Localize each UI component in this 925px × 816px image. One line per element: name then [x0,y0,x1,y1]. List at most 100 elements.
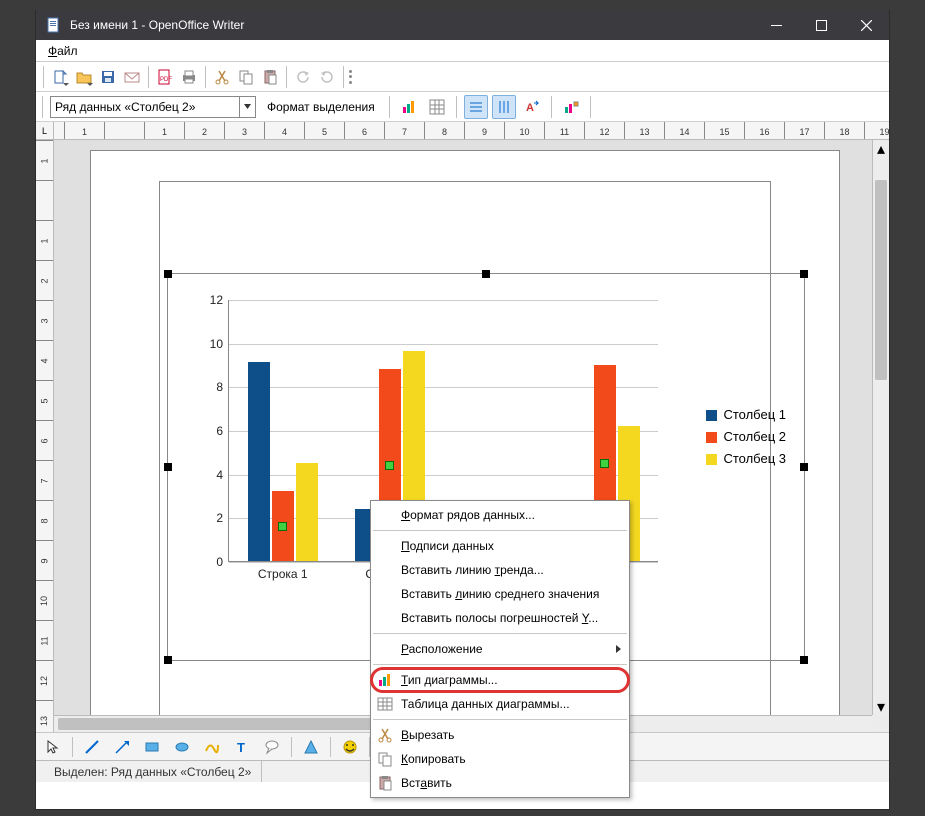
close-button[interactable] [844,10,889,40]
text-tool[interactable]: T [231,736,253,758]
window-title: Без имени 1 - OpenOffice Writer [70,18,754,32]
ctx-mean-line[interactable]: Вставить линию среднего значения [371,582,629,606]
horizontal-ruler[interactable]: 112345678910111213141516171819 [36,122,889,140]
rectangle-tool[interactable] [141,736,163,758]
scroll-up-button[interactable]: ▴ [873,140,889,157]
toolbar-grip[interactable] [349,66,354,88]
legend-label: Столбец 3 [723,448,786,470]
freeform-tool[interactable] [201,736,223,758]
app-icon [46,17,62,33]
print-button[interactable] [178,66,200,88]
copy-icon [377,751,393,767]
ctx-label: Вставить линию среднего значения [401,587,599,601]
line-tool[interactable] [81,736,103,758]
menu-file-accelerator: Ф [48,44,57,58]
ctx-label: Вырезать [401,728,454,742]
basic-shapes-tool[interactable] [300,736,322,758]
chart-bar[interactable] [248,362,270,561]
hgrid-button[interactable] [464,95,488,119]
scroll-down-button[interactable]: ▾ [873,698,889,715]
ctx-arrangement[interactable]: Расположение [371,637,629,661]
legend-item[interactable]: Столбец 1 [706,404,786,426]
ctx-trend-line[interactable]: Вставить линию тренда... [371,558,629,582]
legend-swatch [706,432,717,443]
legend-item[interactable]: Столбец 3 [706,448,786,470]
paste-button[interactable] [259,66,281,88]
export-pdf-button[interactable]: PDF [154,66,176,88]
series-selection-marker [278,522,287,531]
save-button[interactable] [97,66,119,88]
resize-handle[interactable] [800,463,808,471]
ctx-data-labels[interactable]: Подписи данных [371,534,629,558]
pointer-tool[interactable] [42,736,64,758]
ctx-cut[interactable]: Вырезать [371,723,629,747]
cut-icon [377,727,393,743]
resize-handle[interactable] [482,270,490,278]
y-tick-label: 8 [199,380,223,394]
cut-button[interactable] [211,66,233,88]
email-button[interactable] [121,66,143,88]
menu-bar: Файл [36,40,889,62]
copy-button[interactable] [235,66,257,88]
ctx-label: Вставить полосы погрешностей Y... [401,611,598,625]
chart-format-toolbar: Формат выделения A [36,92,889,122]
ctx-label: Подписи данных [401,539,494,553]
callout-tool[interactable] [261,736,283,758]
chart-type-button[interactable] [397,95,421,119]
resize-handle[interactable] [164,656,172,664]
format-selection-button[interactable]: Формат выделения [260,97,382,117]
y-tick-label: 6 [199,424,223,438]
menu-file[interactable]: Файл [42,42,84,60]
vertical-ruler[interactable]: 11234567891011121314 [36,140,54,732]
new-doc-button[interactable] [49,66,71,88]
legend-label: Столбец 1 [723,404,786,426]
ctx-error-bars[interactable]: Вставить полосы погрешностей Y... [371,606,629,630]
ellipse-tool[interactable] [171,736,193,758]
resize-handle[interactable] [164,463,172,471]
ctx-label: Формат рядов данных... [401,508,535,522]
legend-swatch [706,410,717,421]
ctx-label: Вставить линию тренда... [401,563,544,577]
chart-legend[interactable]: Столбец 1Столбец 2Столбец 3 [706,404,786,470]
chart-element-combo[interactable] [50,96,256,118]
legend-swatch [706,454,717,465]
ctx-copy[interactable]: Копировать [371,747,629,771]
ctx-chart-type[interactable]: Тип диаграммы... [371,668,629,692]
scroll-thumb[interactable] [875,180,887,380]
legend-button[interactable] [559,95,583,119]
ctx-format-series[interactable]: Формат рядов данных... [371,503,629,527]
vgrid-button[interactable] [492,95,516,119]
ctx-label: Таблица данных диаграммы... [401,697,570,711]
undo-button[interactable] [292,66,314,88]
minimize-button[interactable] [754,10,799,40]
y-tick-label: 2 [199,511,223,525]
maximize-button[interactable] [799,10,844,40]
standard-toolbar: PDF [36,62,889,92]
vertical-scrollbar[interactable]: ▴ ▾ [872,140,889,715]
symbol-shapes-tool[interactable] [339,736,361,758]
x-tick-label: Строка 1 [258,567,308,581]
axis-labels-button[interactable]: A [520,95,544,119]
redo-button[interactable] [316,66,338,88]
resize-handle[interactable] [164,270,172,278]
chart-element-input[interactable] [51,97,239,117]
ctx-data-table[interactable]: Таблица данных диаграммы... [371,692,629,716]
legend-item[interactable]: Столбец 2 [706,426,786,448]
svg-text:T: T [237,740,245,755]
svg-text:A: A [526,102,534,114]
arrow-tool[interactable] [111,736,133,758]
ctx-label: Вставить [401,776,452,790]
window-titlebar: Без имени 1 - OpenOffice Writer [36,10,889,40]
ctx-label: Тип диаграммы... [401,673,498,687]
open-button[interactable] [73,66,95,88]
combo-dropdown-button[interactable] [239,97,255,117]
chart-data-button[interactable] [425,95,449,119]
resize-handle[interactable] [800,656,808,664]
resize-handle[interactable] [800,270,808,278]
data-table-icon [377,696,393,712]
context-menu: Формат рядов данных... Подписи данных Вс… [370,500,630,798]
submenu-arrow-icon [616,645,621,653]
ruler-corner: L [36,122,54,140]
ctx-paste[interactable]: Вставить [371,771,629,795]
chart-bar[interactable] [296,463,318,561]
